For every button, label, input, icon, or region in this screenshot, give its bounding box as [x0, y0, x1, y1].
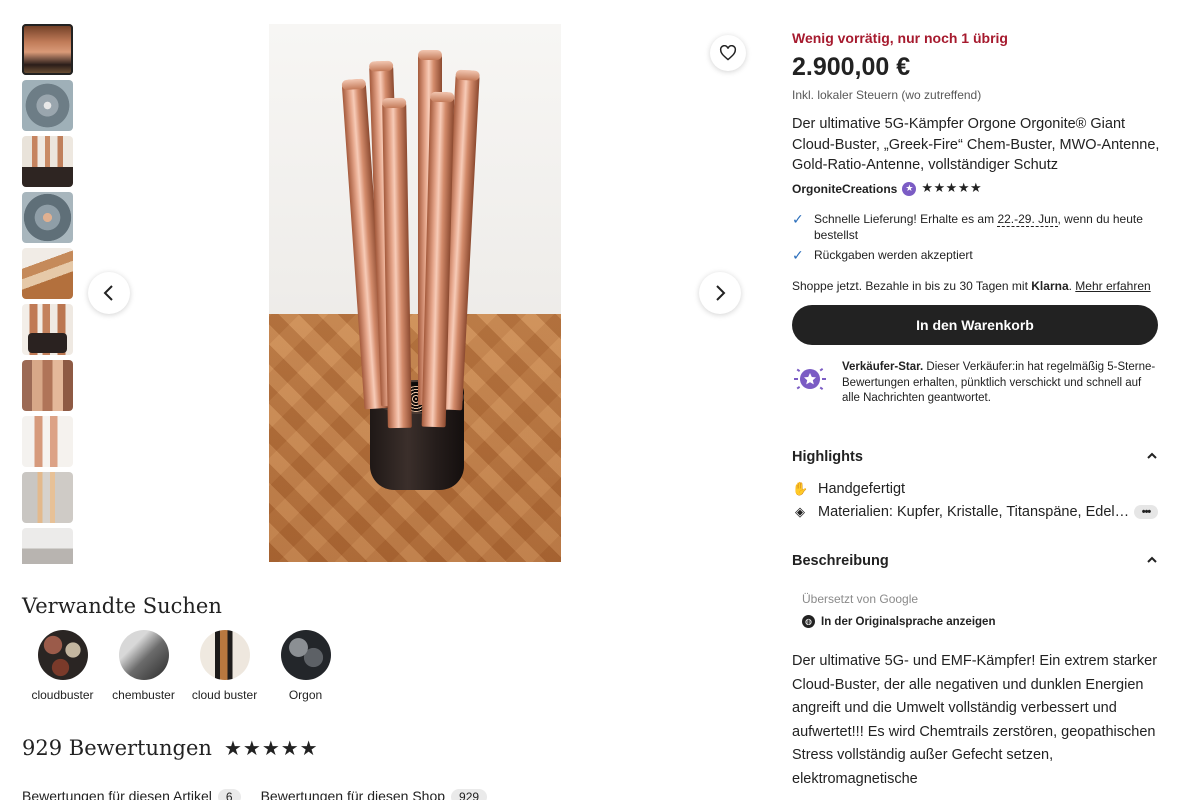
- thumbnail-4[interactable]: [22, 192, 73, 243]
- original-language-label: In der Originalsprache anzeigen: [821, 615, 996, 628]
- related-search-item[interactable]: cloud buster: [184, 630, 265, 702]
- star-seller-box: Verkäufer-Star. Dieser Verkäufer:in hat …: [792, 360, 1158, 407]
- chevron-left-icon: [103, 285, 113, 301]
- chevron-up-icon: [1146, 451, 1158, 463]
- layers-icon: ◈: [795, 504, 805, 519]
- related-search-label: cloudbuster: [31, 688, 94, 702]
- thumbnail-9[interactable]: [22, 472, 73, 523]
- delivery-text: Schnelle Lieferung! Erhalte es am 22.-29…: [814, 211, 1157, 243]
- related-search-item[interactable]: chembuster: [103, 630, 184, 702]
- reviews-heading: 929 Bewertungen ★★★★★: [22, 736, 319, 760]
- related-search-image: [37, 630, 88, 680]
- tab-shop-reviews-count: 929: [451, 789, 488, 800]
- thumbnail-6[interactable]: [22, 304, 73, 355]
- delivery-dates[interactable]: 22.-29. Jun: [997, 212, 1058, 227]
- thumbnail-strip: [22, 24, 74, 564]
- shop-name-link[interactable]: OrgoniteCreations: [792, 182, 897, 196]
- highlight-text: Handgefertigt: [818, 481, 906, 497]
- more-materials-button[interactable]: •••: [1134, 505, 1158, 519]
- description-toggle[interactable]: Beschreibung: [792, 553, 1158, 569]
- thumbnail-5[interactable]: [22, 248, 73, 299]
- description-text: Der ultimative 5G- und EMF-Kämpfer! Ein …: [792, 653, 1158, 787]
- star-seller-text: Verkäufer-Star. Dieser Verkäufer:in hat …: [842, 360, 1158, 407]
- star-seller-icon: [792, 364, 828, 400]
- show-original-language-button[interactable]: ◍ In der Originalsprache anzeigen: [802, 615, 995, 628]
- reviews-rating-stars: ★★★★★: [223, 736, 319, 760]
- thumbnail-10[interactable]: [22, 528, 73, 564]
- related-search-image: [199, 630, 250, 680]
- image-wall: [269, 24, 561, 314]
- thumbnail-2[interactable]: [22, 80, 73, 131]
- add-to-cart-button[interactable]: In den Warenkorb: [792, 305, 1158, 345]
- low-stock-notice: Wenig vorrätig, nur noch 1 übrig: [792, 30, 1008, 46]
- tab-shop-reviews[interactable]: Bewertungen für diesen Shop 929: [261, 788, 488, 800]
- related-search-label: chembuster: [112, 688, 175, 702]
- thumbnail-8[interactable]: [22, 416, 73, 467]
- highlight-handmade: ✋ Handgefertigt: [792, 481, 1158, 497]
- tax-note: Inkl. lokaler Steuern (wo zutreffend): [792, 88, 982, 102]
- related-search-item[interactable]: Orgon: [265, 630, 346, 702]
- related-search-image: [118, 630, 169, 680]
- tab-shop-reviews-label: Bewertungen für diesen Shop: [260, 788, 446, 800]
- related-searches-title: Verwandte Suchen: [22, 594, 222, 618]
- thumbnail-1[interactable]: [22, 24, 73, 75]
- related-search-label: cloud buster: [191, 688, 258, 702]
- highlight-materials: ◈ Materialien: Kupfer, Kristalle, Titans…: [792, 504, 1158, 520]
- star-seller-bold: Verkäufer-Star.: [842, 361, 924, 373]
- shop-rating-stars[interactable]: ★★★★★: [921, 181, 982, 196]
- related-search-image: [280, 630, 331, 680]
- highlight-text: Materialien: Kupfer, Kristalle, Titanspä…: [818, 504, 1130, 520]
- description-title: Beschreibung: [792, 553, 889, 569]
- shop-info: OrgoniteCreations ★ ★★★★★: [792, 181, 982, 196]
- klarna-learn-more-link[interactable]: Mehr erfahren: [1075, 279, 1150, 293]
- check-icon: ✓: [792, 211, 804, 227]
- highlights-toggle[interactable]: Highlights: [792, 449, 1158, 465]
- benefit-returns: ✓ Rückgaben werden akzeptiert: [792, 247, 1157, 263]
- klarna-prefix: Shoppe jetzt. Bezahle in bis zu 30 Tagen…: [792, 279, 1032, 293]
- heart-icon: [719, 45, 737, 61]
- thumbnail-3[interactable]: [22, 136, 73, 187]
- globe-icon: ◍: [802, 615, 815, 628]
- thumbnail-7[interactable]: [22, 360, 73, 411]
- tab-item-reviews[interactable]: Bewertungen für diesen Artikel 6: [22, 788, 241, 800]
- favorite-button[interactable]: [710, 35, 746, 71]
- product-title: Der ultimative 5G-Kämpfer Orgone Orgonit…: [792, 116, 1160, 173]
- product-price: 2.900,00 €: [792, 53, 911, 81]
- returns-text: Rückgaben werden akzeptiert: [814, 248, 973, 262]
- reviews-count-title: 929 Bewertungen: [22, 736, 212, 760]
- tab-item-reviews-label: Bewertungen für diesen Artikel: [22, 788, 212, 800]
- chevron-up-icon: [1146, 555, 1158, 567]
- related-search-item[interactable]: cloudbuster: [22, 630, 103, 702]
- hand-icon: ✋: [792, 481, 809, 496]
- main-product-image: [269, 24, 561, 562]
- related-searches: cloudbuster chembuster cloud buster Orgo…: [22, 630, 346, 702]
- tab-item-reviews-count: 6: [217, 789, 241, 800]
- highlights-title: Highlights: [792, 449, 863, 465]
- klarna-brand: Klarna: [1031, 279, 1069, 293]
- related-search-label: Orgon: [288, 688, 323, 702]
- check-icon: ✓: [792, 247, 804, 263]
- next-image-button[interactable]: [699, 272, 741, 314]
- translated-by-note: Übersetzt von Google: [802, 592, 919, 606]
- delivery-prefix: Schnelle Lieferung! Erhalte es am: [814, 212, 998, 226]
- review-tabs: Bewertungen für diesen Artikel 6 Bewertun…: [22, 788, 488, 800]
- star-seller-badge-icon: ★: [902, 181, 917, 196]
- benefit-delivery: ✓ Schnelle Lieferung! Erhalte es am 22.-…: [792, 211, 1157, 243]
- previous-image-button[interactable]: [88, 272, 130, 314]
- chevron-right-icon: [716, 285, 726, 301]
- klarna-notice: Shoppe jetzt. Bezahle in bis zu 30 Tagen…: [792, 279, 1151, 293]
